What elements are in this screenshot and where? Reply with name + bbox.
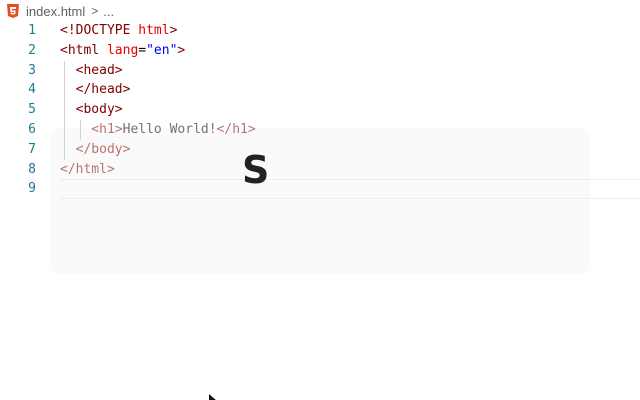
code-line[interactable]: 9: [0, 179, 640, 200]
line-number: 3: [28, 62, 36, 78]
code-line[interactable]: 2 <html lang="en">: [0, 41, 640, 61]
code-token: <html: [60, 42, 107, 58]
line-number: 5: [28, 102, 36, 118]
code-line[interactable]: 7 </body>: [0, 139, 640, 160]
code-token: <body>: [60, 102, 123, 118]
code-text: </html>: [60, 160, 115, 180]
mouse-cursor-icon: [209, 394, 216, 400]
code-text: </head>: [60, 80, 131, 100]
code-editor[interactable]: index.html > ... 1 <!DOCTYPE html> 2 <html …: [0, 0, 640, 400]
code-token: <h1>: [60, 121, 123, 137]
line-number: 6: [28, 121, 36, 137]
code-token: <!DOCTYPE: [60, 23, 139, 38]
code-token: </html>: [60, 161, 115, 177]
code-token: html: [138, 23, 170, 38]
line-number: 7: [28, 141, 36, 157]
code-text: <html lang="en">: [60, 41, 185, 61]
code-area[interactable]: 1 <!DOCTYPE html> 2 <html lang="en"> 3 <head…: [0, 21, 640, 200]
breadcrumb: index.html > ...: [0, 0, 640, 22]
code-token: lang: [106, 42, 139, 58]
code-token: </head>: [60, 82, 131, 98]
code-token: Hello World!: [122, 121, 217, 137]
line-number: 1: [28, 23, 36, 38]
keystroke-letter: S: [242, 148, 270, 192]
html5-icon: [7, 4, 19, 18]
code-token: =: [138, 42, 147, 58]
code-token: </body>: [60, 141, 131, 157]
code-text: <body>: [60, 100, 123, 120]
breadcrumb-file-name[interactable]: index.html: [26, 4, 85, 19]
current-line-highlight: [60, 179, 640, 200]
code-line[interactable]: 3 <head>: [0, 60, 640, 81]
code-text: <!DOCTYPE html>: [60, 21, 177, 41]
code-token: "en": [146, 42, 178, 58]
line-number: 2: [28, 42, 36, 58]
code-token: >: [169, 23, 178, 38]
line-number: 8: [28, 161, 36, 177]
code-token: >: [177, 42, 186, 58]
code-line[interactable]: 5 <body>: [0, 100, 640, 120]
chevron-right-icon: >: [91, 4, 99, 18]
code-text: <head>: [60, 61, 123, 81]
code-token: </h1>: [216, 121, 256, 137]
code-token: <head>: [60, 62, 123, 78]
code-line[interactable]: 6 <h1>Hello World!</h1>: [0, 119, 640, 140]
code-text: <h1>Hello World!</h1>: [60, 120, 256, 140]
line-number: 9: [28, 181, 36, 197]
code-line[interactable]: 1 <!DOCTYPE html>: [0, 21, 640, 41]
line-number: 4: [28, 82, 36, 98]
breadcrumb-more[interactable]: ...: [103, 4, 114, 19]
code-text: </body>: [60, 140, 131, 160]
code-line[interactable]: 4 </head>: [0, 80, 640, 101]
code-line[interactable]: 8 </html>: [0, 160, 640, 180]
